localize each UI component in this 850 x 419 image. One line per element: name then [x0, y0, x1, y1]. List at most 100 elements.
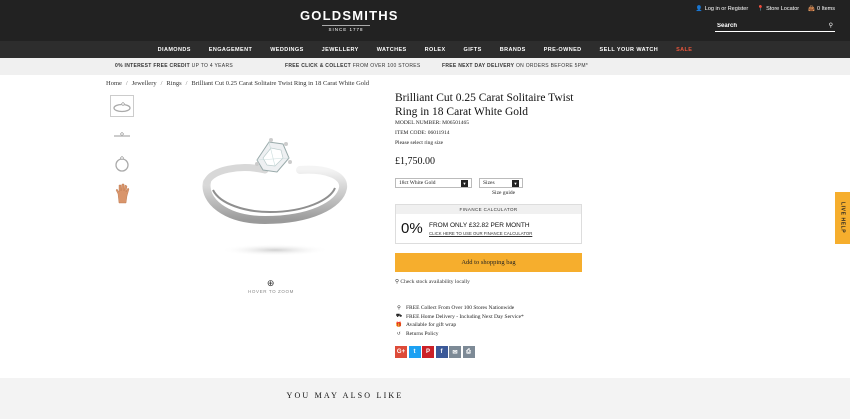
- finance-from-text: FROM ONLY £32.82 PER MONTH: [429, 222, 530, 229]
- search-bar: ⚲: [715, 20, 835, 32]
- you-may-also-like-section: YOU MAY ALSO LIKE: [0, 378, 850, 419]
- nav-item-engagement[interactable]: ENGAGEMENT: [200, 47, 261, 53]
- size-guide-link[interactable]: Size guide: [492, 190, 515, 196]
- utility-links: 👤 Log in or Register 📍 Store Locator 👜 0 It…: [696, 6, 835, 12]
- check-stock-label: Check stock availability locally: [400, 279, 470, 285]
- nav-item-pre-owned[interactable]: PRE-OWNED: [535, 47, 591, 53]
- chevron-down-icon: ▼: [512, 179, 519, 187]
- promo-credit-rest: UP TO 4 YEARS: [189, 63, 233, 69]
- breadcrumb-separator: /: [125, 80, 128, 87]
- breadcrumb-home[interactable]: Home: [106, 80, 122, 87]
- chevron-down-icon: ▼: [461, 179, 468, 187]
- bag-count-label: 0 Items: [816, 6, 835, 12]
- ring-size-note: Please select ring size: [395, 140, 444, 146]
- feature-label: Returns Policy: [406, 330, 439, 337]
- feature-home-delivery: ⛟ FREE Home Delivery - Including Next Day…: [396, 313, 524, 322]
- print-icon[interactable]: ⎙: [462, 346, 475, 358]
- zoom-hint[interactable]: ⊕ HOVER TO ZOOM: [248, 278, 294, 294]
- pinterest-share-icon[interactable]: P: [422, 346, 434, 358]
- logo-text: GOLDSMITHS: [300, 8, 399, 23]
- promo-collect[interactable]: FREE CLICK & COLLECT FROM OVER 100 STORE…: [285, 63, 421, 69]
- nav-item-jewellery[interactable]: JEWELLERY: [313, 47, 368, 53]
- section-heading: YOU MAY ALSO LIKE: [286, 391, 404, 400]
- promo-delivery[interactable]: FREE NEXT DAY DELIVERY ON ORDERS BEFORE …: [442, 63, 588, 69]
- thumbnail-ring-on-hand[interactable]: [110, 182, 134, 204]
- user-icon: 👤: [695, 6, 703, 12]
- nav-item-diamonds[interactable]: DIAMONDS: [149, 47, 200, 53]
- email-share-icon[interactable]: ✉: [449, 346, 461, 358]
- gift-icon: 🎁: [395, 323, 403, 329]
- nav-item-gifts[interactable]: GIFTS: [455, 47, 491, 53]
- size-select-value: Sizes: [483, 180, 495, 186]
- pin-icon: ⚲: [397, 306, 401, 312]
- thumbnail-ring-top[interactable]: [110, 153, 134, 175]
- social-share-bar: G+ t P f ✉ ⎙: [395, 346, 475, 358]
- add-to-bag-button[interactable]: Add to shopping bag: [395, 253, 582, 272]
- finance-calculator: FINANCE CALCULATOR 0% FROM ONLY £32.82 P…: [395, 204, 582, 244]
- shopping-bag-link[interactable]: 👜 0 Items: [808, 6, 835, 12]
- truck-icon: ⛟: [395, 313, 403, 319]
- finance-rate: 0%: [401, 220, 423, 237]
- thumbnail-ring-front[interactable]: [110, 95, 134, 117]
- promo-credit[interactable]: 0% INTEREST FREE CREDIT UP TO 4 YEARS: [115, 63, 233, 69]
- store-locator-link[interactable]: 📍 Store Locator: [757, 6, 799, 12]
- metal-select[interactable]: 18ct White Gold ▼: [395, 178, 472, 188]
- search-input[interactable]: [717, 22, 817, 29]
- live-help-tab[interactable]: LIVE HELP: [835, 192, 850, 244]
- breadcrumb-rings[interactable]: Rings: [166, 80, 181, 87]
- top-header: GOLDSMITHS SINCE 1778 👤 Log in or Registe…: [0, 0, 850, 41]
- delivery-features: ⚲ FREE Collect From Over 100 Stores Natio…: [396, 304, 524, 338]
- login-label: Log in or Register: [704, 6, 749, 12]
- check-stock-link[interactable]: ⚲ Check stock availability locally: [395, 279, 470, 285]
- model-number: MODEL NUMBER: M06501465: [395, 120, 470, 126]
- site-logo[interactable]: GOLDSMITHS SINCE 1778: [300, 8, 399, 32]
- breadcrumb: Home / Jewellery / Rings / Brilliant Cut 0.…: [106, 80, 369, 87]
- login-link[interactable]: 👤 Log in or Register: [696, 6, 748, 12]
- zoom-icon: ⊕: [266, 278, 276, 288]
- returns-icon: ↺: [396, 331, 402, 337]
- zoom-hint-label: HOVER TO ZOOM: [248, 289, 294, 294]
- nav-item-sell-your-watch[interactable]: SELL YOUR WATCH: [591, 47, 668, 53]
- twitter-share-icon[interactable]: t: [408, 346, 421, 358]
- nav-item-watches[interactable]: WATCHES: [368, 47, 416, 53]
- nav-item-rolex[interactable]: ROLEX: [416, 47, 455, 53]
- bag-icon: 👜: [808, 6, 815, 12]
- promo-collect-rest: FROM OVER 100 STORES: [351, 63, 421, 69]
- google-plus-share-icon[interactable]: G+: [395, 346, 407, 358]
- facebook-share-icon[interactable]: f: [435, 346, 448, 358]
- location-pin-icon: ⚲: [395, 279, 400, 285]
- thumbnail-ring-side[interactable]: [110, 124, 134, 146]
- promo-bar: 0% INTEREST FREE CREDIT UP TO 4 YEARS FR…: [0, 58, 850, 75]
- feature-gift-wrap: 🎁 Available for gift wrap: [396, 321, 524, 330]
- promo-credit-bold: 0% INTEREST FREE CREDIT: [115, 63, 190, 69]
- thumbnail-strip: [110, 95, 136, 211]
- product-title: Brilliant Cut 0.25 Carat Solitaire Twist…: [395, 92, 574, 118]
- finance-calculator-link[interactable]: CLICK HERE TO USE OUR FINANCE CALCULATOR: [429, 231, 532, 236]
- feature-label: Available for gift wrap: [406, 322, 457, 329]
- metal-select-value: 18ct White Gold: [399, 180, 436, 186]
- live-help-label: LIVE HELP: [839, 202, 846, 234]
- size-select[interactable]: Sizes ▼: [479, 178, 523, 188]
- search-icon[interactable]: ⚲: [829, 22, 833, 29]
- breadcrumb-separator: /: [185, 80, 188, 87]
- promo-delivery-bold: FREE NEXT DAY DELIVERY: [442, 63, 515, 69]
- main-nav: DIAMONDS ENGAGEMENT WEDDINGS JEWELLERY W…: [0, 41, 850, 58]
- promo-collect-bold: FREE CLICK & COLLECT: [285, 63, 351, 69]
- feature-click-collect: ⚲ FREE Collect From Over 100 Stores Natio…: [396, 304, 524, 313]
- item-code: ITEM CODE: 06011914: [395, 130, 450, 136]
- breadcrumb-jewellery[interactable]: Jewellery: [132, 80, 157, 87]
- product-price: £1,750.00: [395, 156, 435, 167]
- store-locator-label: Store Locator: [766, 6, 800, 12]
- feature-label: FREE Home Delivery - Including Next Day …: [406, 313, 524, 320]
- nav-item-weddings[interactable]: WEDDINGS: [261, 47, 312, 53]
- nav-item-brands[interactable]: BRANDS: [491, 47, 535, 53]
- logo-since-text: SINCE 1778: [322, 25, 370, 32]
- breadcrumb-separator: /: [160, 80, 163, 87]
- feature-returns[interactable]: ↺ Returns Policy: [396, 330, 524, 339]
- product-main-image[interactable]: [185, 120, 360, 265]
- finance-header: FINANCE CALCULATOR: [396, 205, 581, 214]
- nav-item-sale[interactable]: SALE: [667, 47, 701, 53]
- promo-delivery-rest: ON ORDERS BEFORE 5PM*: [514, 63, 589, 69]
- location-pin-icon: 📍: [757, 6, 765, 12]
- breadcrumb-current: Brilliant Cut 0.25 Carat Solitaire Twist…: [191, 80, 370, 87]
